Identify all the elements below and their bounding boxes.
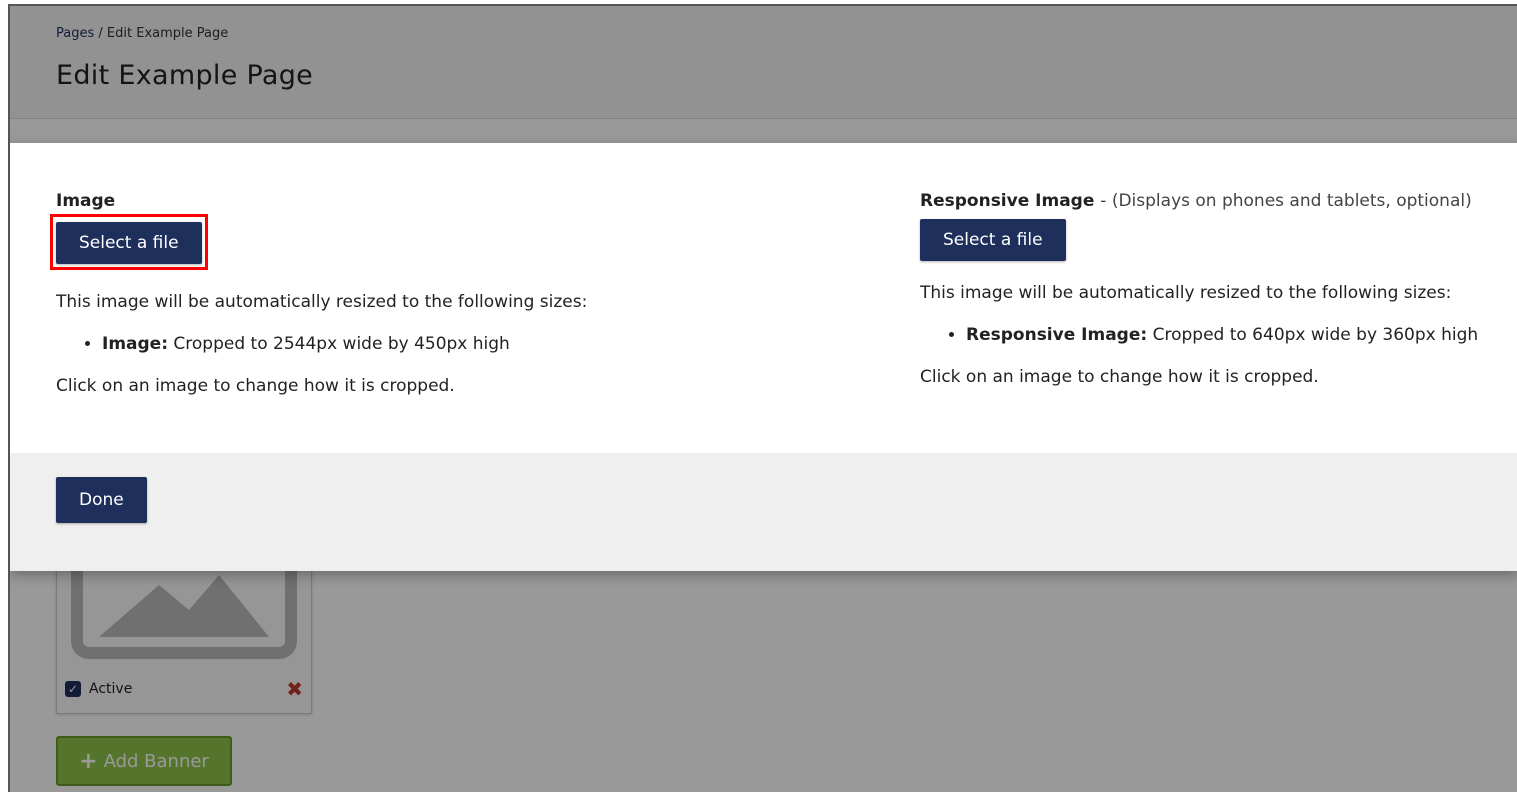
select-file-highlight: Select a file bbox=[50, 214, 208, 270]
done-button[interactable]: Done bbox=[56, 477, 147, 523]
image-upload-modal: Image Select a file This image will be a… bbox=[10, 143, 1517, 571]
size-text: Cropped to 2544px wide by 450px high bbox=[173, 334, 510, 354]
size-list-item: Image: Cropped to 2544px wide by 450px h… bbox=[102, 334, 656, 354]
responsive-image-note: - (Displays on phones and tablets, optio… bbox=[1100, 191, 1472, 211]
size-text: Cropped to 640px wide by 360px high bbox=[1152, 325, 1479, 345]
size-label: Image: bbox=[102, 334, 169, 354]
size-label: Responsive Image: bbox=[966, 325, 1148, 345]
app-frame: Pages / Edit Example Page Edit Example P… bbox=[8, 4, 1517, 792]
select-responsive-file-button[interactable]: Select a file bbox=[920, 219, 1066, 261]
crop-note: Click on an image to change how it is cr… bbox=[920, 367, 1319, 387]
crop-note: Click on an image to change how it is cr… bbox=[56, 376, 455, 396]
responsive-image-upload-column: Responsive Image - (Displays on phones a… bbox=[920, 191, 1517, 387]
modal-body: Image Select a file This image will be a… bbox=[10, 143, 1517, 453]
modal-footer: Done bbox=[10, 453, 1517, 571]
image-label: Image bbox=[56, 191, 116, 211]
resize-description: This image will be automatically resized… bbox=[920, 283, 1452, 303]
image-upload-column: Image Select a file This image will be a… bbox=[50, 191, 656, 396]
responsive-image-label-row: Responsive Image - (Displays on phones a… bbox=[920, 191, 1517, 211]
size-list: Image: Cropped to 2544px wide by 450px h… bbox=[56, 334, 656, 354]
size-list: Responsive Image: Cropped to 640px wide … bbox=[920, 325, 1517, 345]
responsive-image-label: Responsive Image bbox=[920, 191, 1095, 211]
size-list-item: Responsive Image: Cropped to 640px wide … bbox=[966, 325, 1517, 345]
resize-description: This image will be automatically resized… bbox=[56, 292, 588, 312]
select-file-button[interactable]: Select a file bbox=[56, 222, 202, 264]
